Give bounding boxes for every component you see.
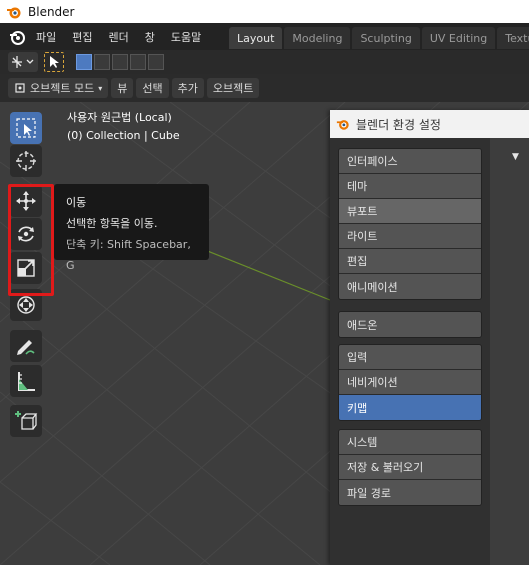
viewport-header-tools — [0, 50, 529, 74]
tooltip-description: 선택한 항목을 이동. — [66, 217, 158, 230]
pref-item-lights[interactable]: 라이트 — [339, 224, 481, 249]
view-perspective-label: 사용자 원근법 (Local) — [67, 111, 172, 124]
tool-scale[interactable] — [10, 252, 42, 284]
select-menu-button[interactable]: 선택 — [136, 78, 169, 98]
pref-item-animation[interactable]: 애니메이션 — [339, 274, 481, 299]
menu-edit[interactable]: 편집 — [72, 29, 92, 45]
pref-item-input[interactable]: 입력 — [339, 345, 481, 370]
preferences-content: ▼ — [490, 138, 529, 565]
blender-logo-icon — [7, 7, 21, 18]
pref-group-input: 입력 네비게이션 키맵 — [338, 344, 482, 421]
pref-item-editing[interactable]: 편집 — [339, 249, 481, 274]
tool-cursor[interactable] — [10, 145, 42, 177]
tool-move[interactable] — [10, 185, 42, 217]
cursor-icon — [16, 151, 36, 171]
scale-icon — [17, 259, 35, 277]
tab-layout[interactable]: Layout — [229, 27, 283, 49]
add-menu-button[interactable]: 추가 — [171, 78, 204, 98]
annotate-icon — [17, 340, 35, 355]
pref-item-file-paths[interactable]: 파일 경로 — [339, 480, 481, 505]
collection-label: (0) Collection | Cube — [67, 129, 180, 142]
window-title: Blender — [28, 4, 75, 19]
pref-item-save-load[interactable]: 저장 & 불러오기 — [339, 455, 481, 480]
tab-texture[interactable]: Texture — [497, 27, 529, 49]
pref-group-general: 인터페이스 테마 뷰포트 라이트 편집 애니메이션 — [338, 148, 482, 300]
preferences-window: 블렌더 환경 설정 인터페이스 테마 뷰포트 라이트 편집 애니메이션 애드온 … — [330, 110, 529, 565]
mode-select-dropdown[interactable]: 오브젝트 모드 ▾ — [8, 78, 109, 98]
tool-tooltip: 이동 선택한 항목을 이동. 단축 키: Shift Spacebar, G — [54, 184, 209, 272]
object-menu-button[interactable]: 오브젝트 — [206, 78, 260, 98]
pointer-icon — [50, 56, 59, 68]
editor-type-button[interactable] — [8, 52, 38, 72]
select-box-icon — [16, 118, 36, 138]
menu-help[interactable]: 도움말 — [171, 29, 201, 45]
editor-type-icon — [12, 56, 34, 68]
chevron-down-icon: ▾ — [98, 83, 103, 93]
tool-rotate[interactable] — [10, 218, 42, 250]
blender-menu-icon[interactable] — [8, 28, 26, 46]
tooltip-shortcut: 단축 키: Shift Spacebar, G — [66, 238, 191, 272]
select-mode-intersect-button[interactable] — [148, 54, 164, 70]
tool-annotate[interactable] — [10, 330, 42, 362]
pref-item-system[interactable]: 시스템 — [339, 430, 481, 455]
pref-item-viewport[interactable]: 뷰포트 — [339, 199, 481, 224]
tool-add-cube[interactable] — [10, 405, 42, 437]
tool-select-box[interactable] — [10, 112, 42, 144]
preferences-title: 블렌더 환경 설정 — [356, 117, 441, 132]
pref-group-system: 시스템 저장 & 불러오기 파일 경로 — [338, 429, 482, 506]
tab-uv-editing[interactable]: UV Editing — [421, 27, 496, 49]
mode-label: 오브젝트 모드 — [30, 82, 95, 95]
tab-sculpting[interactable]: Sculpting — [352, 27, 420, 49]
pref-item-themes[interactable]: 테마 — [339, 174, 481, 199]
tool-transform[interactable] — [10, 289, 42, 321]
pref-item-interface[interactable]: 인터페이스 — [339, 149, 481, 174]
menu-window[interactable]: 창 — [145, 29, 155, 45]
pref-item-addons[interactable]: 애드온 — [339, 312, 481, 337]
preferences-titlebar: 블렌더 환경 설정 — [330, 110, 529, 138]
rotate-icon — [18, 226, 34, 242]
view-menu-button[interactable]: 뷰 — [111, 78, 134, 98]
tab-modeling[interactable]: Modeling — [284, 27, 351, 49]
select-mode-new-button[interactable] — [76, 54, 92, 70]
add-cube-icon — [15, 411, 38, 430]
tooltip-title: 이동 — [66, 196, 87, 209]
top-menu-bar: 파일 편집 렌더 창 도움말 Layout Modeling Sculpting… — [0, 23, 529, 50]
measure-icon — [18, 372, 35, 391]
viewport-header-menus: 오브젝트 모드 ▾ 뷰 선택 추가 오브젝트 — [0, 74, 529, 102]
object-mode-icon — [15, 83, 25, 93]
pref-group-addons: 애드온 — [338, 311, 482, 338]
pref-item-keymap[interactable]: 키맵 — [339, 395, 481, 420]
blender-logo-icon — [336, 120, 349, 130]
viewport-info: 사용자 원근법 (Local) (0) Collection | Cube — [67, 109, 180, 145]
menu-file[interactable]: 파일 — [36, 29, 56, 45]
transform-icon — [17, 296, 35, 314]
select-mode-subtract-button[interactable] — [112, 54, 128, 70]
select-tool-button[interactable] — [44, 52, 64, 72]
preferences-navigation: 인터페이스 테마 뷰포트 라이트 편집 애니메이션 애드온 입력 네비게이션 키… — [330, 138, 490, 565]
pref-item-navigation[interactable]: 네비게이션 — [339, 370, 481, 395]
menu-render[interactable]: 렌더 — [109, 29, 129, 45]
tool-measure[interactable] — [10, 365, 42, 397]
window-titlebar: Blender — [0, 0, 529, 23]
expand-arrow-icon[interactable]: ▼ — [512, 152, 519, 162]
select-mode-invert-button[interactable] — [130, 54, 146, 70]
select-mode-extend-button[interactable] — [94, 54, 110, 70]
workspace-tabs: Layout Modeling Sculpting UV Editing Tex… — [229, 27, 529, 49]
move-icon — [16, 191, 36, 211]
